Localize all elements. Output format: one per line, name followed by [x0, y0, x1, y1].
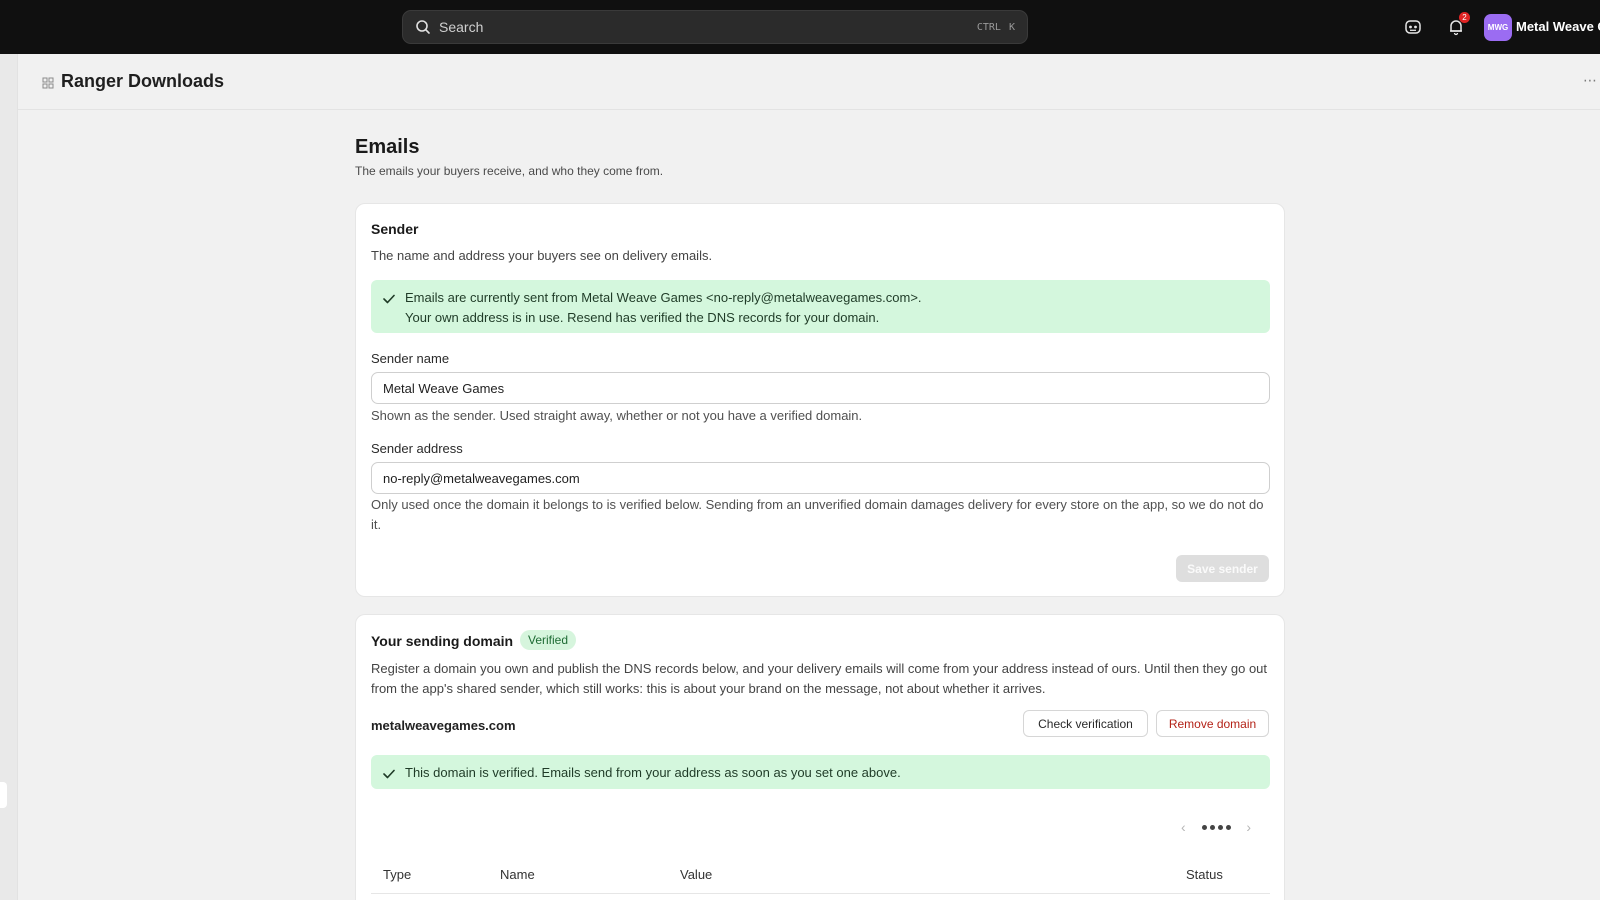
pager-dots — [1201, 824, 1231, 830]
sender-title: Sender — [371, 221, 419, 237]
search-bar[interactable]: Search CTRL K — [402, 10, 1028, 44]
sender-address-help: Only used once the domain it belongs to … — [371, 497, 1264, 532]
sender-address-label: Sender address — [371, 441, 463, 456]
column-header-type: Type — [383, 867, 412, 882]
table-divider — [371, 893, 1270, 894]
sending-domain-card: Your sending domain Verified Register a … — [355, 614, 1285, 900]
avatar[interactable]: MWG — [1484, 14, 1512, 41]
check-verification-button[interactable]: Check verification — [1023, 710, 1148, 737]
section-title: Emails — [355, 136, 420, 158]
column-header-name: Name — [500, 867, 535, 882]
sender-description: The name and address your buyers see on … — [371, 248, 713, 263]
domain-name: metalweavegames.com — [371, 718, 516, 733]
account-name[interactable]: Metal Weave G — [1516, 19, 1600, 34]
notifications-bell-icon[interactable]: 2 — [1446, 12, 1470, 37]
more-options-icon[interactable]: ⋯ — [1583, 72, 1598, 89]
sender-address-input[interactable] — [371, 462, 1270, 494]
dns-records-pager: ‹ › — [1181, 820, 1251, 834]
search-icon — [415, 19, 431, 35]
left-rail — [0, 54, 18, 900]
help-icon[interactable] — [1403, 17, 1423, 37]
top-bar: Search CTRL K 2 MWG Metal Weave G — [0, 0, 1600, 54]
verified-status-badge: Verified — [520, 630, 577, 650]
column-header-status: Status — [1186, 867, 1223, 882]
page-header: Ranger Downloads ⋯ — [18, 54, 1600, 110]
sidebar-toggle-handle[interactable] — [0, 782, 7, 808]
shortcut-modifier: CTRL — [976, 21, 1001, 33]
pager-dot[interactable] — [1225, 824, 1231, 830]
sender-name-input[interactable] — [371, 372, 1270, 404]
sender-notice-line-2: Your own address is in use. Resend has v… — [405, 310, 880, 325]
check-icon — [383, 292, 395, 304]
chevron-right-icon[interactable]: › — [1246, 820, 1251, 834]
page-title: Ranger Downloads — [61, 71, 225, 91]
pager-dot[interactable] — [1201, 824, 1207, 830]
pager-dot[interactable] — [1209, 824, 1215, 830]
save-sender-button[interactable]: Save sender — [1176, 555, 1269, 582]
domain-description: Register a domain you own and publish th… — [371, 661, 1268, 696]
notification-count-badge: 2 — [1459, 12, 1470, 23]
domain-title: Your sending domain — [371, 633, 514, 649]
domain-notice-text: This domain is verified. Emails send fro… — [405, 765, 901, 780]
section-subtitle: The emails your buyers receive, and who … — [355, 164, 664, 178]
sender-name-help: Shown as the sender. Used straight away,… — [371, 408, 863, 423]
sender-status-notice: Emails are currently sent from Metal Wea… — [371, 280, 1270, 333]
search-placeholder: Search — [439, 19, 484, 35]
sender-name-label: Sender name — [371, 351, 450, 366]
store-icon — [42, 76, 54, 89]
sender-card: Sender The name and address your buyers … — [355, 203, 1285, 597]
shortcut-key: K — [1008, 21, 1015, 33]
column-header-value: Value — [680, 867, 713, 882]
check-icon — [383, 767, 395, 779]
domain-verified-notice: This domain is verified. Emails send fro… — [371, 755, 1270, 789]
remove-domain-button[interactable]: Remove domain — [1156, 710, 1269, 737]
sender-notice-line-1: Emails are currently sent from Metal Wea… — [405, 290, 922, 305]
pager-dot[interactable] — [1217, 824, 1223, 830]
chevron-left-icon[interactable]: ‹ — [1181, 820, 1186, 834]
